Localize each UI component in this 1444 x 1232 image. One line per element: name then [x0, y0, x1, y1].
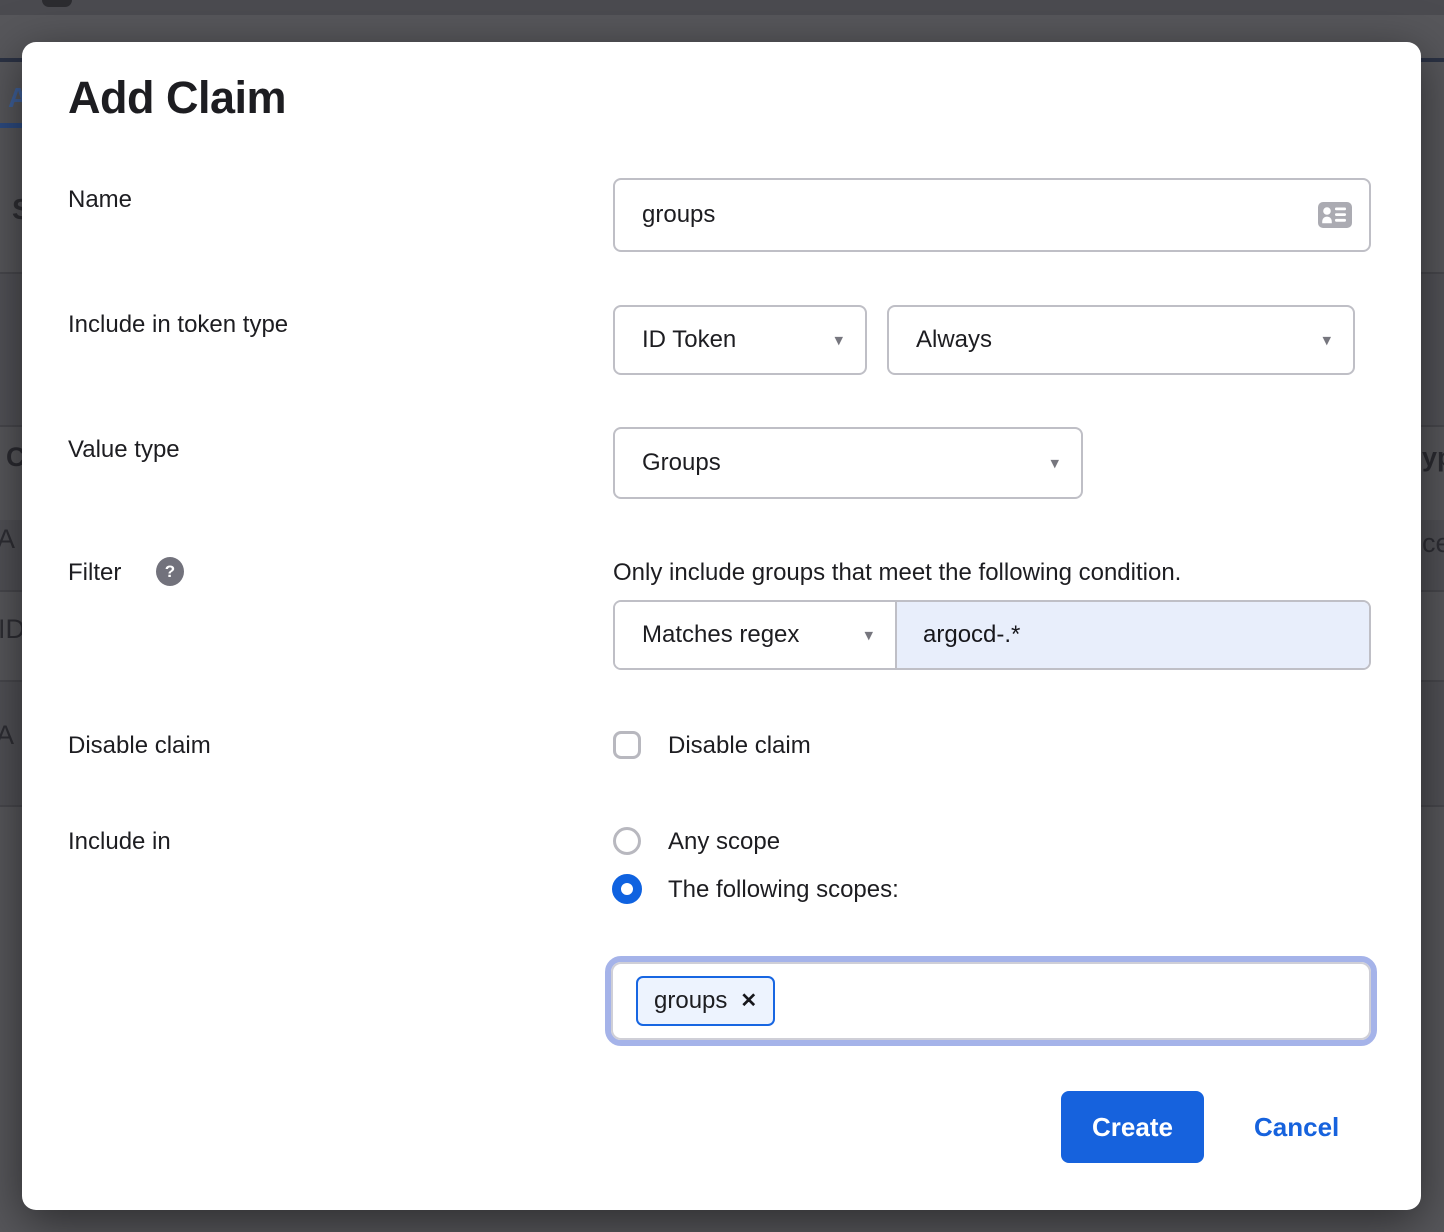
- disable-claim-checkbox[interactable]: [613, 731, 641, 759]
- remove-scope-icon[interactable]: ✕: [740, 991, 757, 1011]
- background-text-fragment: A: [0, 720, 14, 751]
- filter-pattern-wrap: [897, 602, 1369, 668]
- scopes-input[interactable]: groups ✕: [605, 956, 1377, 1046]
- filter-description: Only include groups that meet the follow…: [613, 559, 1181, 587]
- create-button[interactable]: Create: [1061, 1091, 1204, 1163]
- following-scopes-radio[interactable]: [612, 874, 642, 904]
- token-frequency-selected-value: Always: [889, 326, 992, 354]
- scope-chip: groups ✕: [636, 976, 775, 1026]
- name-input-wrap: [613, 178, 1371, 252]
- chevron-down-icon: ▾: [1050, 455, 1059, 472]
- token-frequency-select[interactable]: Always ▾: [887, 305, 1355, 375]
- token-type-label: Include in token type: [68, 311, 288, 339]
- contact-card-icon: [1317, 200, 1353, 230]
- chevron-down-icon: ▾: [834, 332, 843, 349]
- include-in-label: Include in: [68, 828, 171, 856]
- cancel-button[interactable]: Cancel: [1254, 1091, 1339, 1163]
- filter-label: Filter: [68, 559, 121, 587]
- scope-chip-label: groups: [654, 987, 727, 1015]
- any-scope-radio-label[interactable]: Any scope: [668, 828, 780, 856]
- screen: A S C A ID A yp ce Add Claim Name Includ…: [0, 0, 1444, 1232]
- any-scope-radio[interactable]: [613, 827, 641, 855]
- modal-title: Add Claim: [68, 72, 286, 124]
- background-text-fragment: A: [0, 524, 15, 555]
- filter-pattern-input[interactable]: [897, 602, 1369, 668]
- add-claim-modal: Add Claim Name Include in token type ID …: [22, 42, 1421, 1210]
- help-icon[interactable]: ?: [156, 557, 184, 586]
- disable-claim-label: Disable claim: [68, 732, 211, 760]
- value-type-label: Value type: [68, 436, 180, 464]
- background-text-fragment: yp: [1422, 442, 1444, 473]
- filter-condition-group: Matches regex ▾: [613, 600, 1371, 670]
- token-type-select[interactable]: ID Token ▾: [613, 305, 867, 375]
- background-text-fragment: ce: [1422, 528, 1444, 559]
- background-logo: [42, 0, 72, 7]
- filter-condition-select[interactable]: Matches regex ▾: [615, 602, 897, 668]
- background-active-tab-underline: [0, 123, 22, 128]
- value-type-select[interactable]: Groups ▾: [613, 427, 1083, 499]
- following-scopes-radio-label[interactable]: The following scopes:: [668, 876, 899, 904]
- name-input[interactable]: [615, 180, 1369, 250]
- background-top-navbar: [0, 0, 1444, 15]
- chevron-down-icon: ▾: [864, 627, 873, 644]
- chevron-down-icon: ▾: [1322, 332, 1331, 349]
- disable-claim-checkbox-label[interactable]: Disable claim: [668, 732, 811, 760]
- token-type-selected-value: ID Token: [615, 326, 736, 354]
- value-type-selected-value: Groups: [615, 449, 721, 477]
- name-label: Name: [68, 186, 132, 214]
- filter-condition-selected-value: Matches regex: [615, 621, 799, 649]
